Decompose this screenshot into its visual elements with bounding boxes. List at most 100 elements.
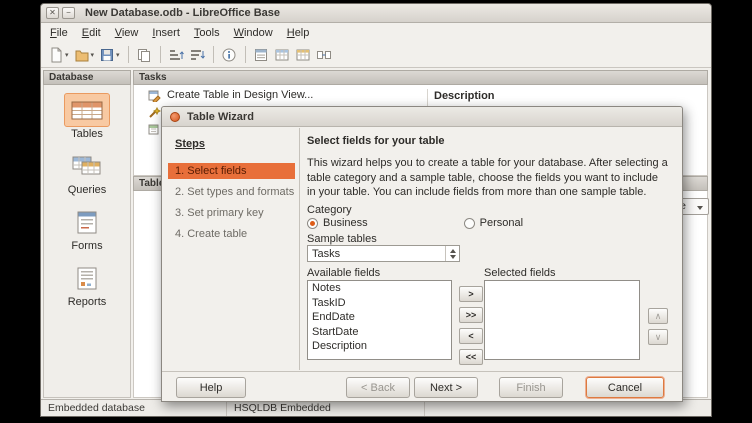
available-field-item[interactable]: Notes [308, 281, 451, 296]
sort-ascending-button[interactable] [166, 45, 186, 65]
help-button[interactable]: Help [176, 377, 246, 398]
toolbar-separator [160, 46, 161, 63]
minimize-window-icon[interactable]: − [62, 7, 75, 19]
selected-fields-label: Selected fields [484, 267, 556, 279]
dialog-title: Table Wizard [187, 111, 254, 123]
step-set-primary-key[interactable]: 3. Set primary key [175, 205, 299, 221]
window-title: New Database.odb - LibreOffice Base [85, 7, 280, 19]
dialog-titlebar[interactable]: Table Wizard [162, 107, 682, 127]
spinner-icon[interactable] [445, 246, 459, 261]
move-one-left-button[interactable]: < [459, 328, 483, 344]
radio-unselected-icon [464, 218, 475, 229]
copy-button[interactable] [134, 45, 154, 65]
wizard-steps-panel: Steps 1. Select fields 2. Set types and … [162, 128, 300, 370]
statusbar-database-engine: HSQLDB Embedded [227, 400, 425, 416]
chevron-down-icon [697, 206, 703, 210]
step-create-table[interactable]: 4. Create table [175, 226, 299, 242]
sample-tables-dropdown[interactable]: Tasks [307, 245, 460, 262]
cancel-button[interactable]: Cancel [586, 377, 664, 398]
new-database-icon [48, 47, 64, 63]
task-item-label: Create Table in Design View... [167, 89, 313, 101]
available-field-item[interactable]: EndDate [308, 310, 451, 325]
move-all-right-button[interactable]: >> [459, 307, 483, 323]
available-field-item[interactable]: TaskID [308, 296, 451, 311]
queries-icon [71, 154, 103, 178]
sort-descending-icon [189, 47, 205, 63]
table-wizard-dialog: Table Wizard Steps 1. Select fields 2. S… [161, 106, 683, 402]
toolbar-separator [213, 46, 214, 63]
sidebar-item-forms[interactable]: Forms [44, 205, 130, 252]
sidebar-header: Database [43, 70, 131, 85]
menubar: FileEditViewInsertToolsWindowHelp [41, 23, 711, 42]
info-button[interactable] [219, 45, 239, 65]
next-button[interactable]: Next > [414, 377, 478, 398]
radio-selected-icon [307, 218, 318, 229]
toolbar-separator [245, 46, 246, 63]
steps-header: Steps [175, 138, 299, 150]
menu-item[interactable]: File [43, 25, 75, 41]
save-button[interactable]: ▾ [97, 45, 122, 65]
available-fields-label: Available fields [307, 267, 380, 279]
sidebar-item-queries[interactable]: Queries [44, 149, 130, 196]
category-label: Category [307, 204, 352, 216]
finish-button[interactable]: Finish [499, 377, 563, 398]
close-window-icon[interactable]: ✕ [46, 7, 59, 19]
move-all-left-button[interactable]: << [459, 349, 483, 365]
database-sidebar: Database Tables Queries Forms [43, 70, 131, 398]
menu-item[interactable]: Tools [187, 25, 227, 41]
app-window: ✕ − New Database.odb - LibreOffice Base … [40, 3, 712, 417]
new-database-button[interactable]: ▾ [46, 45, 71, 65]
menu-item[interactable]: Window [227, 25, 280, 41]
forms-icon [74, 210, 100, 235]
relationships-button[interactable] [314, 45, 334, 65]
sample-tables-label: Sample tables [307, 233, 377, 245]
radio-personal[interactable]: Personal [464, 217, 523, 229]
tasks-title: Tasks [139, 72, 167, 83]
tasks-header: Tasks [133, 70, 708, 85]
open-button[interactable]: ▾ [72, 45, 97, 65]
radio-personal-label: Personal [480, 217, 523, 229]
tables-icon [69, 97, 105, 124]
sidebar-item-label: Queries [44, 184, 130, 196]
libreoffice-dialog-icon [170, 112, 180, 122]
wizard-page-heading: Select fields for your table [307, 135, 445, 147]
sidebar-item-reports[interactable]: Reports [44, 261, 130, 308]
query-icon [295, 47, 311, 63]
view-icon [148, 123, 161, 136]
selected-fields-listbox[interactable] [484, 280, 640, 360]
available-field-item[interactable]: Description [308, 339, 451, 354]
menu-item[interactable]: View [108, 25, 146, 41]
move-up-button[interactable]: ∧ [648, 308, 668, 324]
dropdown-arrow-icon: ▾ [91, 51, 95, 59]
menu-item[interactable]: Edit [75, 25, 108, 41]
reports-icon [74, 266, 100, 291]
titlebar: ✕ − New Database.odb - LibreOffice Base [41, 4, 711, 23]
dialog-footer: Help < Back Next > Finish Cancel [162, 371, 682, 401]
open-icon [74, 47, 90, 63]
step-select-fields[interactable]: 1. Select fields [168, 163, 295, 179]
sidebar-item-label: Tables [44, 128, 130, 140]
description-header: Description [434, 90, 495, 102]
table-grid-button[interactable] [272, 45, 292, 65]
move-one-right-button[interactable]: > [459, 286, 483, 302]
wizard-icon [148, 106, 161, 119]
toolbar-separator [128, 46, 129, 63]
menu-item[interactable]: Insert [145, 25, 187, 41]
statusbar-database-type: Embedded database [41, 400, 227, 416]
available-field-item[interactable]: StartDate [308, 325, 451, 340]
menu-item[interactable]: Help [280, 25, 317, 41]
radio-business[interactable]: Business [307, 217, 368, 229]
sidebar-item-label: Forms [44, 240, 130, 252]
sort-descending-button[interactable] [187, 45, 207, 65]
move-down-button[interactable]: ∨ [648, 329, 668, 345]
query-button[interactable] [293, 45, 313, 65]
available-fields-listbox[interactable]: NotesTaskIDEndDateStartDateDescription [307, 280, 452, 360]
form-button[interactable] [251, 45, 271, 65]
sidebar-item-tables[interactable]: Tables [44, 93, 130, 140]
step-set-types[interactable]: 2. Set types and formats [175, 184, 299, 200]
back-button[interactable]: < Back [346, 377, 410, 398]
wizard-content: Select fields for your table This wizard… [301, 128, 682, 370]
dropdown-arrow-icon: ▾ [65, 51, 69, 59]
sidebar-item-label: Reports [44, 296, 130, 308]
sort-ascending-icon [168, 47, 184, 63]
